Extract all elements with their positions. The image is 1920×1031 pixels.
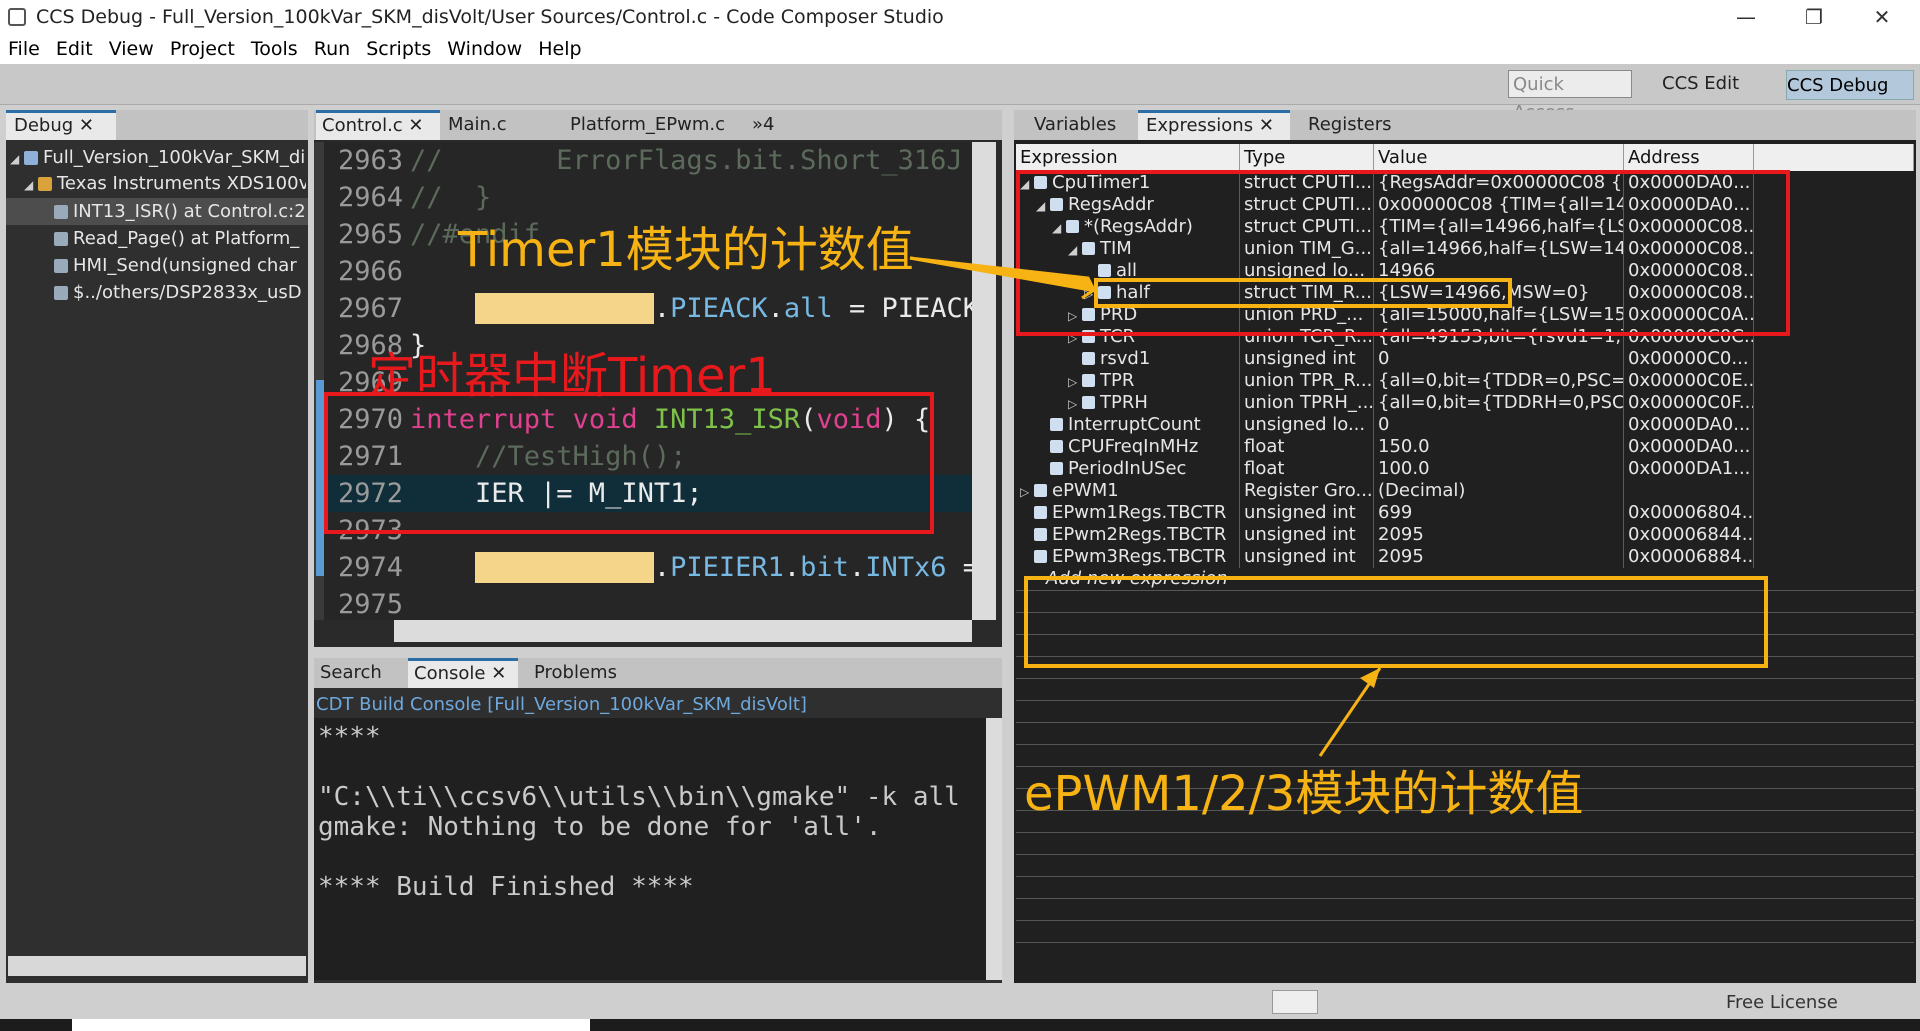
status-icon[interactable] xyxy=(1272,990,1318,1014)
annotation-arrows xyxy=(909,256,1382,757)
annotation-timer1-label: Timer1模块的计数值 xyxy=(458,222,914,278)
license-label: Free License xyxy=(1726,992,1838,1013)
status-bar: Free License xyxy=(0,985,1920,1019)
taskbar-item xyxy=(72,1019,590,1031)
annotation-timer-isr-label: 定时器中断Timer1 xyxy=(368,348,776,404)
taskbar-strip xyxy=(0,1019,1920,1031)
arrow-epwm-head xyxy=(1360,668,1380,688)
annotation-epwm-label: ePWM1/2/3模块的计数值 xyxy=(1024,766,1584,822)
